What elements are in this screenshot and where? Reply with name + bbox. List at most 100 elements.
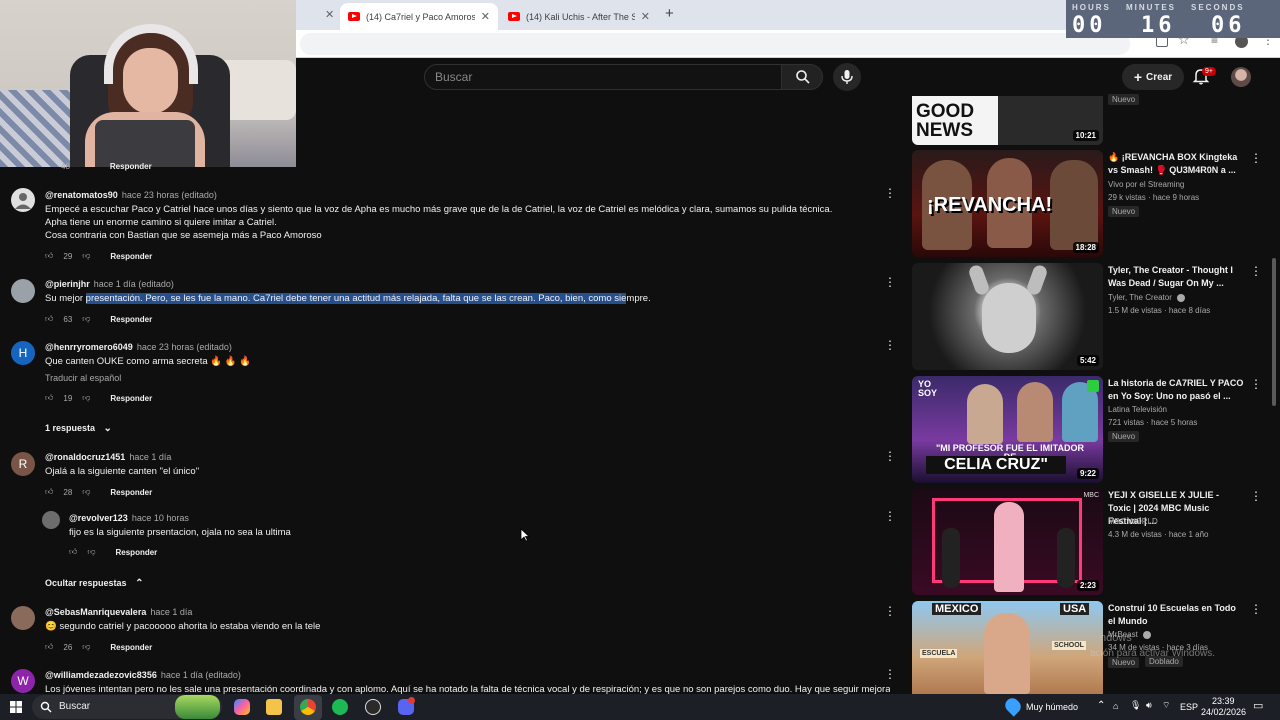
tray-chevron-up-icon[interactable]: ⌃	[1097, 700, 1105, 711]
video-title[interactable]: Construí 10 Escuelas en Todo el Mundo	[1108, 602, 1244, 628]
obs-icon[interactable]	[365, 699, 381, 715]
file-explorer-icon[interactable]	[266, 699, 282, 715]
comment-more-icon[interactable]: ⋮	[884, 604, 896, 618]
comment-avatar[interactable]	[11, 606, 35, 630]
reply-more-icon[interactable]: ⋮	[884, 509, 896, 523]
tray-microphone-icon[interactable]: 🎙︎	[1130, 700, 1141, 711]
reply-author[interactable]: @revolver123 hace 10 horas	[69, 513, 189, 523]
spotify-icon[interactable]	[332, 699, 348, 715]
comment-avatar[interactable]	[11, 279, 35, 303]
video-more-icon[interactable]: ⋮	[1250, 489, 1262, 503]
video-channel[interactable]: Tyler, The Creator	[1108, 293, 1186, 302]
voice-search-button[interactable]	[833, 63, 861, 91]
thumbs-up-icon[interactable]: 👍︎	[45, 393, 53, 403]
thumbs-up-icon[interactable]: 👍︎	[45, 487, 53, 497]
comment-author[interactable]: @williamdezadezovic8356 hace 1 día (edita…	[45, 670, 241, 680]
thumbs-up-icon[interactable]: 👍︎	[45, 251, 53, 261]
comment-avatar[interactable]: R	[11, 452, 35, 476]
video-meta: 721 vistas · hace 5 horas	[1108, 418, 1198, 427]
tab-kali-uchis[interactable]: (14) Kali Uchis - After The Storm ✕	[500, 3, 658, 30]
reply-button[interactable]: Responder	[110, 162, 152, 171]
tray-wifi-icon[interactable]: ⌔	[1162, 700, 1170, 711]
comment-avatar[interactable]: W	[11, 669, 35, 693]
reply-button[interactable]: Responder	[110, 315, 152, 324]
thumbs-down-icon[interactable]: 👎︎	[82, 487, 90, 497]
thumbs-down-icon[interactable]: 👎︎	[82, 642, 90, 652]
comment-actions: 👍︎ 28 👎︎ Responder	[45, 487, 152, 497]
sidebar-scrollbar[interactable]	[1272, 258, 1276, 406]
comment-more-icon[interactable]: ⋮	[884, 667, 896, 681]
translate-link[interactable]: Traducir al español	[45, 373, 121, 383]
comment-author[interactable]: @SebasManriquevalera hace 1 día	[45, 607, 192, 617]
chrome-icon[interactable]	[300, 699, 316, 715]
thumbnail-person	[1017, 382, 1053, 442]
taskbar-search-highlight-image	[175, 695, 220, 719]
thumbs-down-icon[interactable]: 👎︎	[82, 314, 90, 324]
video-more-icon[interactable]: ⋮	[1250, 264, 1262, 278]
chevron-down-icon: ⌄	[103, 423, 112, 434]
comment-more-icon[interactable]: ⋮	[884, 186, 896, 200]
reply-button[interactable]: Responder	[110, 488, 152, 497]
thumbs-down-icon[interactable]: 👎︎	[82, 251, 90, 261]
close-tab-icon[interactable]: ✕	[325, 8, 334, 21]
video-title[interactable]: Tyler, The Creator - Thought I Was Dead …	[1108, 264, 1244, 290]
comment-more-icon[interactable]: ⋮	[884, 275, 896, 289]
tab-ca7riel[interactable]: (14) Ca7riel y Paco Amoroso br ✕	[340, 3, 498, 30]
comment-avatar[interactable]	[11, 188, 35, 212]
comment-avatar[interactable]: H	[11, 341, 35, 365]
video-thumbnail[interactable]: ¡REVANCHA! 18:28	[912, 150, 1103, 257]
close-tab-icon[interactable]: ✕	[641, 10, 650, 23]
reply-avatar[interactable]	[42, 511, 60, 529]
video-thumbnail[interactable]: 5:42	[912, 263, 1103, 370]
tray-network-icon[interactable]: ⌂	[1113, 701, 1118, 711]
thumbs-up-icon[interactable]: 👍︎	[45, 314, 53, 324]
comment-author[interactable]: @pierinjhr hace 1 día (editado)	[45, 279, 174, 289]
comment-author[interactable]: @renatomatos90 hace 23 horas (editado)	[45, 190, 217, 200]
video-more-icon[interactable]: ⋮	[1250, 151, 1262, 165]
countdown-timer-overlay: HOURS MINUTES SECONDS 00 16 06	[1066, 0, 1280, 38]
video-thumbnail[interactable]: YO SOY "MI PROFESOR FUE EL IMITADOR DE C…	[912, 376, 1103, 483]
thumbs-down-icon[interactable]: 👎︎	[82, 393, 90, 403]
comment-more-icon[interactable]: ⋮	[884, 338, 896, 352]
video-more-icon[interactable]: ⋮	[1250, 602, 1262, 616]
clock-time[interactable]: 23:39	[1212, 696, 1235, 706]
close-tab-icon[interactable]: ✕	[481, 10, 490, 23]
create-button[interactable]: + Crear	[1122, 64, 1184, 90]
video-more-icon[interactable]: ⋮	[1250, 377, 1262, 391]
video-channel[interactable]: MBC WORLD	[1108, 517, 1158, 526]
video-channel[interactable]: Latina Televisión	[1108, 405, 1167, 414]
copilot-icon[interactable]	[234, 699, 250, 715]
new-tab-button[interactable]: +	[665, 5, 674, 22]
windows-start-icon[interactable]	[10, 701, 22, 713]
thumbs-up-icon[interactable]: 👍︎	[69, 547, 77, 557]
clock-date[interactable]: 24/02/2026	[1201, 707, 1246, 717]
discord-notification-badge	[408, 697, 415, 704]
thumbs-up-icon[interactable]: 👍︎	[45, 642, 53, 652]
comment-author[interactable]: @henrryromero6049 hace 23 horas (editado)	[45, 342, 232, 352]
comment-timestamp: hace 1 día	[129, 452, 172, 462]
video-thumbnail[interactable]: MBC 2:23	[912, 488, 1103, 595]
video-title[interactable]: 🔥 ¡REVANCHA BOX Kingteka vs Smash! 🥊 QU3…	[1108, 151, 1244, 177]
account-avatar[interactable]	[1231, 67, 1251, 87]
keyboard-language[interactable]: ESP	[1180, 702, 1198, 712]
tray-speaker-icon[interactable]: 🔊︎	[1146, 700, 1152, 711]
reply-button[interactable]: Responder	[110, 252, 152, 261]
hide-replies-button[interactable]: Ocultar respuestas ⌃	[45, 578, 143, 589]
weather-label[interactable]: Muy húmedo	[1026, 702, 1078, 712]
video-title[interactable]: La historia de CA7RIEL Y PACO en Yo Soy:…	[1108, 377, 1244, 403]
search-button[interactable]	[781, 64, 823, 90]
video-thumbnail[interactable]: GOOD NEWS 10:21	[912, 96, 1103, 145]
video-thumbnail[interactable]: MEXICO USA ESCUELA SCHOOL	[912, 601, 1103, 694]
comment-more-icon[interactable]: ⋮	[884, 449, 896, 463]
reply-button[interactable]: Responder	[116, 548, 158, 557]
notification-center-icon[interactable]: ▭	[1253, 699, 1263, 712]
thumbs-down-icon[interactable]: 👎︎	[87, 547, 95, 557]
search-input[interactable]: Buscar	[424, 64, 782, 90]
video-channel[interactable]: Vivo por el Streaming	[1108, 180, 1184, 189]
reply-button[interactable]: Responder	[110, 643, 152, 652]
reply-button[interactable]: Responder	[110, 394, 152, 403]
comment-text: Ojalá a la siguiente canten "el único"	[45, 466, 200, 477]
show-replies-button[interactable]: 1 respuesta ⌄	[45, 423, 112, 434]
comment-author[interactable]: @ronaldocruz1451 hace 1 día	[45, 452, 171, 462]
address-bar[interactable]	[300, 33, 1130, 55]
